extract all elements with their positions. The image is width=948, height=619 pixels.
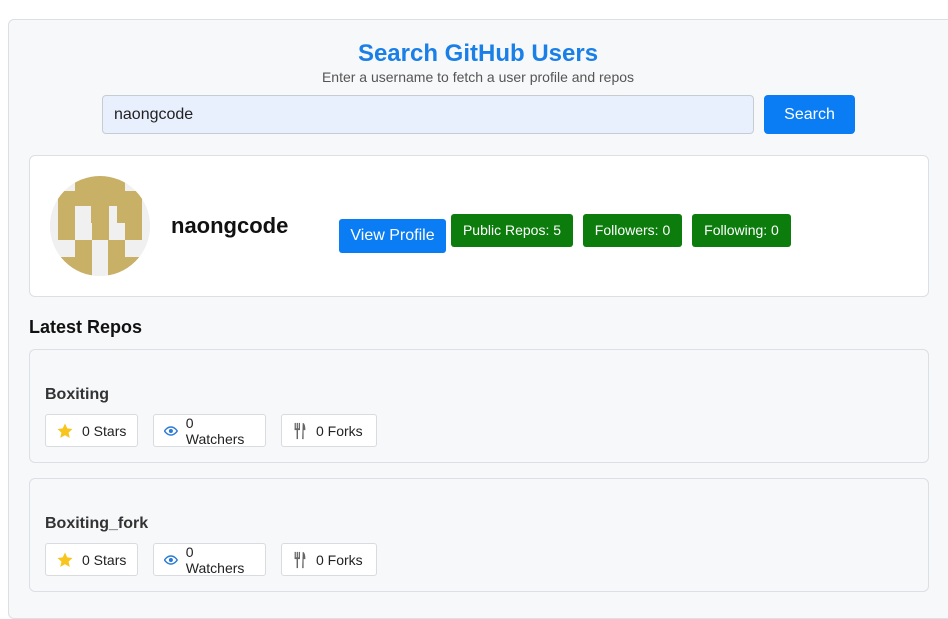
repo-card: Boxiting_fork 0 Stars 0 Watchers 0 Forks [29, 478, 929, 592]
eye-icon [164, 554, 178, 565]
repo-watchers: 0 Watchers [153, 543, 266, 576]
search-input[interactable] [102, 95, 754, 134]
avatar [50, 176, 150, 276]
repo-watchers-label: 0 Watchers [185, 543, 245, 576]
public-repos-badge: Public Repos: 5 [451, 214, 573, 247]
repo-name[interactable]: Boxiting [45, 386, 109, 404]
view-profile-button[interactable]: View Profile [339, 219, 446, 253]
page-title: Search GitHub Users [357, 40, 599, 67]
profile-username: naongcode [171, 213, 289, 238]
identicon-avatar-icon [50, 176, 150, 276]
repo-card: Boxiting 0 Stars 0 Watchers 0 Forks [29, 349, 929, 463]
repo-stars-label: 0 Stars [82, 422, 127, 439]
star-icon [57, 552, 73, 567]
repo-watchers-label: 0 Watchers [185, 414, 245, 447]
repo-forks: 0 Forks [281, 543, 377, 576]
search-container: Search GitHub Users Enter a username to … [8, 19, 948, 619]
repo-forks-label: 0 Forks [316, 422, 363, 439]
repo-stars: 0 Stars [45, 414, 138, 447]
eye-icon [164, 425, 178, 436]
repo-forks-label: 0 Forks [316, 551, 363, 568]
repo-stars: 0 Stars [45, 543, 138, 576]
followers-badge: Followers: 0 [583, 214, 682, 247]
fork-icon [294, 551, 306, 568]
repo-stars-label: 0 Stars [82, 551, 127, 568]
page-subtitle: Enter a username to fetch a user profile… [321, 69, 635, 85]
fork-icon [294, 422, 306, 439]
star-icon [57, 423, 73, 438]
profile-card: naongcode View Profile Public Repos: 5 F… [29, 155, 929, 297]
repo-name[interactable]: Boxiting_fork [45, 515, 148, 533]
latest-repos-heading: Latest Repos [29, 317, 143, 337]
repo-forks: 0 Forks [281, 414, 377, 447]
search-button[interactable]: Search [764, 95, 855, 134]
following-badge: Following: 0 [692, 214, 791, 247]
repo-watchers: 0 Watchers [153, 414, 266, 447]
